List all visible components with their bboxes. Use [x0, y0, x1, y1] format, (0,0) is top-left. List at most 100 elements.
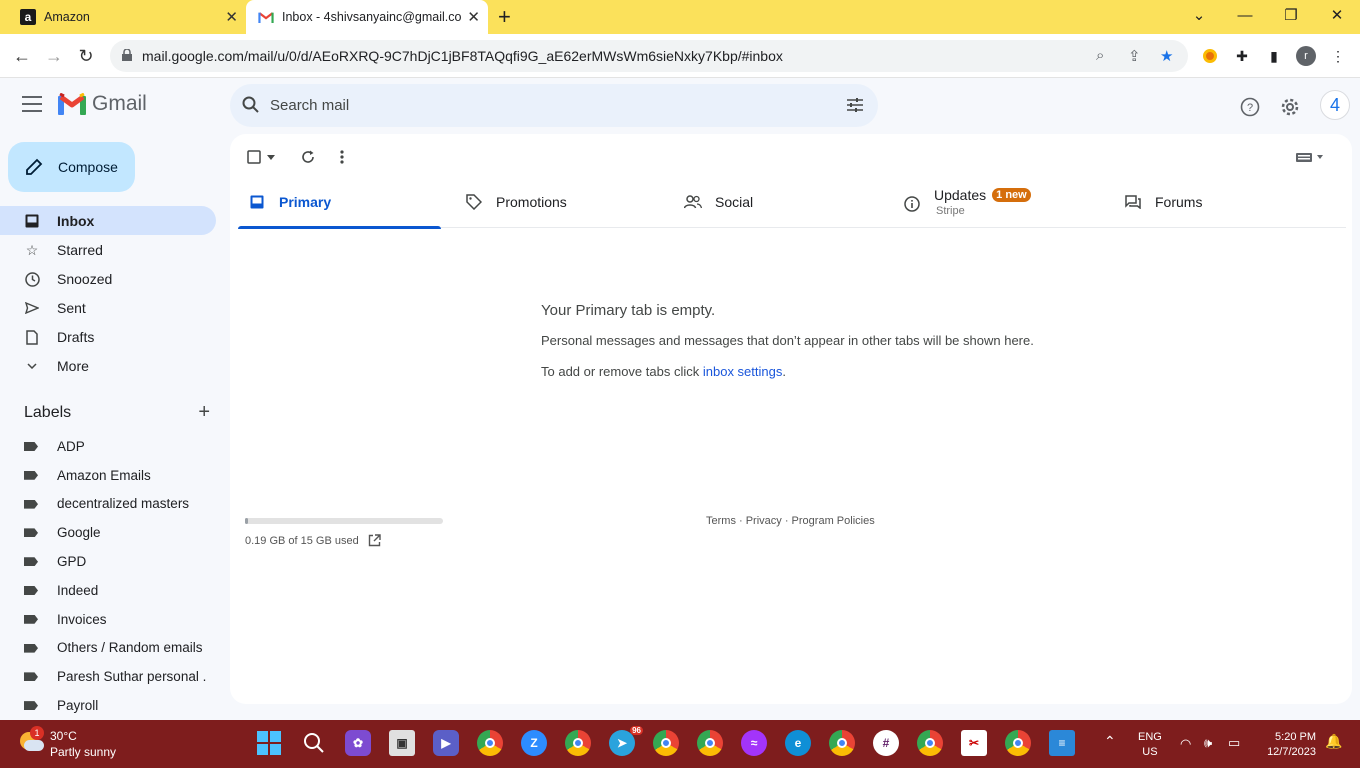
tab-forums-label: Forums	[1155, 194, 1203, 210]
refresh-icon[interactable]	[301, 148, 315, 166]
chrome-icon[interactable]	[917, 730, 943, 756]
label-item[interactable]: ADP	[0, 432, 230, 461]
gmail-logo[interactable]: Gmail	[58, 92, 147, 116]
side-panel-icon[interactable]: ▮	[1264, 46, 1284, 66]
label-item[interactable]: GPD	[0, 547, 230, 576]
puzzle-icon[interactable]: ✚	[1232, 46, 1252, 66]
share-icon[interactable]: ⇪	[1128, 47, 1141, 65]
snipping-tool-icon[interactable]: ✂	[961, 730, 987, 756]
zoom-app-icon[interactable]: Z	[521, 730, 547, 756]
start-icon[interactable]	[256, 730, 282, 756]
back-icon[interactable]: ←	[10, 44, 34, 68]
compose-button[interactable]: Compose	[8, 142, 135, 192]
label-item[interactable]: Google	[0, 518, 230, 547]
edge-icon[interactable]: e	[785, 730, 811, 756]
telegram-icon[interactable]: ➤ 96	[609, 726, 643, 756]
tab-social[interactable]: Social	[683, 176, 753, 228]
weather-temp: 30°C	[50, 729, 77, 743]
tab-promotions[interactable]: Promotions	[464, 176, 567, 228]
tab-updates-sender: Stripe	[936, 205, 965, 217]
label-item[interactable]: Invoices	[0, 605, 230, 634]
tab-close-icon[interactable]: ✕	[467, 8, 480, 26]
sidebar-item-sent[interactable]: Sent	[0, 293, 216, 322]
open-external-icon[interactable]	[368, 534, 381, 547]
tab-search-icon[interactable]: ⌄	[1176, 0, 1222, 30]
label-item[interactable]: Amazon Emails	[0, 461, 230, 490]
zoom-icon[interactable]: ⌕	[1096, 47, 1104, 64]
copilot-icon[interactable]: ✿	[345, 730, 371, 756]
restore-icon[interactable]: ❐	[1268, 0, 1314, 30]
notepad-icon[interactable]: ≡	[1049, 730, 1075, 756]
task-view-icon[interactable]: ▣	[389, 730, 415, 756]
tab-forums[interactable]: Forums	[1123, 176, 1202, 228]
add-label-icon[interactable]: +	[198, 401, 210, 424]
select-checkbox[interactable]	[247, 148, 261, 166]
active-tab-indicator	[238, 226, 441, 229]
sidebar-item-starred[interactable]: ☆ Starred	[0, 235, 216, 264]
show-hidden-icons-icon[interactable]: ⌃	[1104, 734, 1116, 749]
help-icon[interactable]: ?	[1239, 96, 1261, 118]
wifi-icon[interactable]: ◠	[1180, 736, 1191, 751]
slack-icon[interactable]: #	[873, 730, 899, 756]
volume-icon[interactable]: 🕪	[1204, 735, 1212, 750]
tab-promotions-label: Promotions	[496, 194, 567, 210]
chrome-icon[interactable]	[477, 730, 503, 756]
clock[interactable]: 5:20 PM 12/7/2023	[1258, 730, 1316, 760]
reload-icon[interactable]: ↻	[74, 44, 98, 68]
weather-badge: 1	[30, 726, 44, 740]
search-icon	[242, 96, 259, 113]
browser-tab-amazon[interactable]: a Amazon ✕	[0, 0, 246, 34]
notification-bell-icon[interactable]: 🔔	[1325, 734, 1342, 749]
tab-close-icon[interactable]: ✕	[225, 8, 238, 26]
address-bar[interactable]: mail.google.com/mail/u/0/d/AEoRXRQ-9C7hD…	[110, 40, 1188, 72]
battery-icon[interactable]: ▭	[1228, 735, 1240, 750]
browser-tab-gmail[interactable]: Inbox - 4shivsanyainc@gmail.com ✕	[246, 0, 488, 34]
search-icon[interactable]	[301, 730, 327, 756]
label-item[interactable]: decentralized masters	[0, 490, 230, 519]
chrome-icon[interactable]	[697, 730, 723, 756]
footer-links[interactable]: Terms · Privacy · Program Policies	[706, 515, 875, 527]
label-item[interactable]: Indeed	[0, 576, 230, 605]
account-avatar[interactable]: 4	[1320, 90, 1350, 120]
settings-gear-icon[interactable]	[1279, 96, 1301, 118]
sidebar-item-snoozed[interactable]: Snoozed	[0, 264, 216, 293]
select-dropdown-icon[interactable]	[267, 148, 275, 166]
label-item[interactable]: Paresh Suthar personal ...	[0, 662, 230, 691]
menu-kebab-icon[interactable]: ⋮	[1328, 46, 1348, 66]
search-options-icon[interactable]	[846, 96, 864, 114]
messenger-icon[interactable]: ≈	[741, 730, 767, 756]
sidebar-item-more[interactable]: More	[0, 351, 216, 380]
new-tab-button[interactable]: +	[498, 4, 511, 30]
forward-icon[interactable]: →	[42, 44, 66, 68]
label-item[interactable]: Others / Random emails	[0, 634, 230, 663]
input-tools-icon[interactable]	[1296, 148, 1324, 166]
main-panel: Primary Promotions Social Updates 1 new …	[230, 134, 1352, 704]
meet-icon[interactable]: ▶	[433, 730, 459, 756]
main-menu-icon[interactable]	[22, 96, 42, 112]
clock-icon	[24, 271, 40, 287]
sidebar-item-inbox[interactable]: Inbox	[0, 206, 216, 235]
profile-avatar[interactable]: r	[1296, 46, 1316, 66]
labels-list: ADP Amazon Emails decentralized masters …	[0, 432, 230, 720]
label-tag-icon	[24, 499, 38, 509]
chrome-icon[interactable]	[829, 730, 855, 756]
tab-primary[interactable]: Primary	[238, 176, 441, 229]
window-close-icon[interactable]: ✕	[1314, 0, 1360, 30]
chrome-icon[interactable]	[1005, 730, 1031, 756]
chrome-icon[interactable]	[653, 730, 679, 756]
lang-region: US	[1142, 746, 1158, 758]
minimize-icon[interactable]: —	[1222, 0, 1268, 30]
sidebar-item-drafts[interactable]: Drafts	[0, 322, 216, 351]
bookmark-star-icon[interactable]: ★	[1160, 47, 1173, 65]
weather-widget[interactable]: 1 30°C Partly sunny	[18, 726, 116, 760]
sidebar-item-label: More	[57, 357, 89, 374]
search-input[interactable]: Search mail	[230, 84, 878, 127]
extension-icon[interactable]	[1200, 46, 1220, 66]
chrome-icon[interactable]	[565, 730, 591, 756]
more-actions-icon[interactable]	[340, 148, 344, 166]
label-item[interactable]: Payroll	[0, 691, 230, 720]
partly-sunny-icon: 1	[18, 726, 44, 754]
inbox-settings-link[interactable]: inbox settings	[703, 364, 783, 379]
tab-updates[interactable]: Updates 1 new Stripe	[902, 176, 1031, 228]
input-language[interactable]: ENG US	[1138, 730, 1162, 760]
